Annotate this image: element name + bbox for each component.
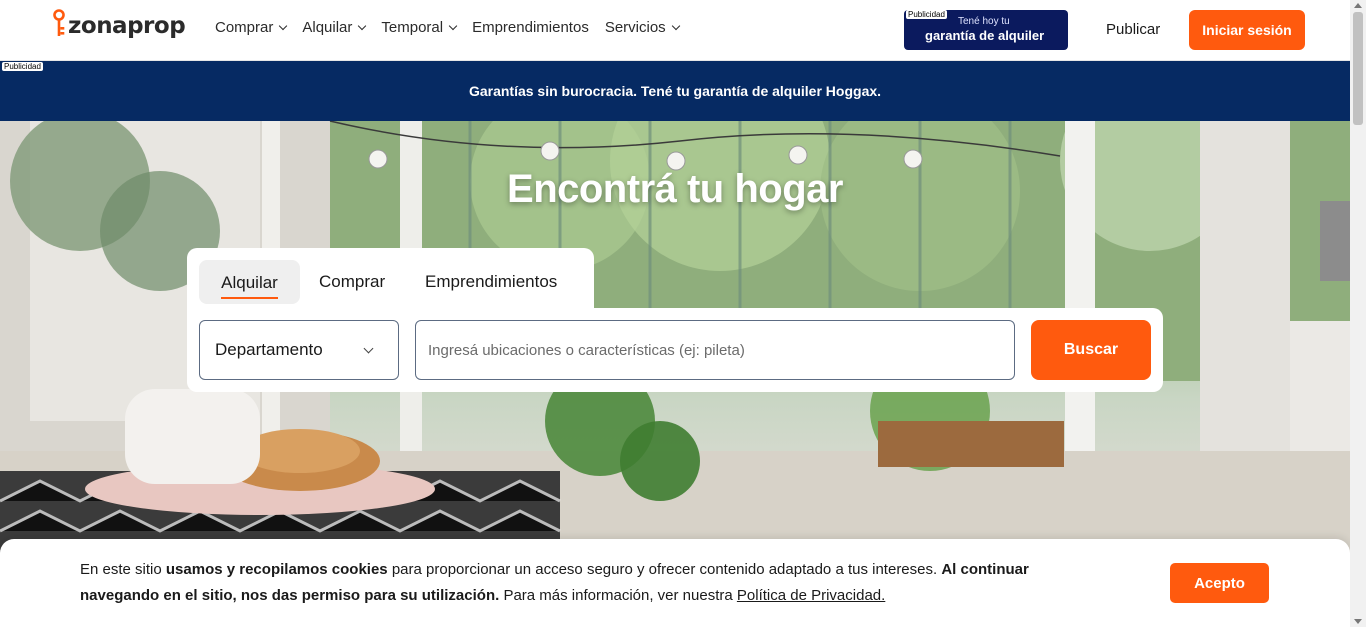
nav-item-emprendimientos[interactable]: Emprendimientos: [472, 19, 589, 36]
hero-title: Encontrá tu hogar: [507, 167, 843, 211]
nav-item-comprar[interactable]: Comprar: [215, 19, 288, 36]
accept-cookies-button[interactable]: Acepto: [1170, 563, 1269, 603]
promo-banner[interactable]: Publicidad Garantías sin burocracia. Ten…: [0, 61, 1350, 121]
tab-emprendimientos[interactable]: Emprendimientos: [425, 260, 557, 304]
ad-line2: garantía de alquiler: [925, 28, 1045, 43]
tab-label: Alquilar: [221, 273, 278, 299]
cookie-text-part: Para más información, ver nuestra: [499, 587, 737, 604]
tab-label: Emprendimientos: [425, 272, 558, 291]
location-pin-icon: [52, 9, 66, 39]
search-button[interactable]: Buscar: [1031, 320, 1151, 380]
property-type-select[interactable]: Departamento: [199, 320, 399, 380]
nav-item-temporal[interactable]: Temporal: [381, 19, 458, 36]
cookie-text-bold: usamos y recopilamos cookies: [165, 561, 388, 578]
location-search-input[interactable]: [415, 320, 1015, 380]
page-scrollbar[interactable]: [1350, 0, 1366, 627]
chevron-down-icon: [363, 343, 374, 354]
tab-label: Comprar: [319, 272, 386, 291]
ad-tag: Publicidad: [906, 10, 947, 19]
tab-alquilar[interactable]: Alquilar: [199, 260, 300, 304]
chevron-down-icon: [358, 21, 367, 31]
property-type-value: Departamento: [215, 340, 323, 359]
nav-label: Servicios: [604, 19, 666, 36]
chevron-down-icon: [448, 21, 458, 31]
cookie-consent-bar: En este sitio usamos y recopilamos cooki…: [0, 539, 1350, 627]
nav-label: Emprendimientos: [472, 19, 589, 36]
nav-item-alquilar[interactable]: Alquilar: [302, 19, 367, 36]
privacy-policy-link[interactable]: Política de Privacidad.: [737, 587, 885, 604]
zonaprop-logo[interactable]: zonaprop: [52, 9, 186, 39]
nav-label: Temporal: [381, 19, 444, 36]
banner-text: Garantías sin burocracia. Tené tu garant…: [468, 83, 882, 99]
ad-line1: Tené hoy tu: [958, 16, 1010, 27]
cookie-text: En este sitio usamos y recopilamos cooki…: [80, 557, 1080, 609]
chevron-down-icon: [279, 21, 288, 31]
banner-ad-tag: Publicidad: [2, 62, 43, 71]
nav-label: Alquilar: [302, 19, 353, 36]
nav-label: Comprar: [215, 19, 274, 36]
logo-text: zonaprop: [68, 13, 186, 39]
rental-guarantee-ad[interactable]: Publicidad Tené hoy tu garantía de alqui…: [904, 10, 1068, 50]
cookie-text-part: En este sitio: [80, 561, 166, 578]
main-nav: Comprar Alquilar Temporal Emprendimiento…: [215, 19, 695, 36]
cookie-text-part: para proporcionar un acceso seguro y ofr…: [387, 561, 942, 578]
nav-item-servicios[interactable]: Servicios: [604, 19, 680, 36]
publicar-link[interactable]: Publicar: [1106, 21, 1160, 38]
tab-comprar[interactable]: Comprar: [319, 260, 385, 304]
scroll-up-arrow-icon[interactable]: [1354, 3, 1362, 8]
search-panel: Departamento Buscar: [187, 308, 1163, 392]
login-button[interactable]: Iniciar sesión: [1189, 10, 1305, 50]
site-header: zonaprop Comprar Alquilar Temporal Empre…: [0, 0, 1350, 61]
scroll-down-arrow-icon[interactable]: [1354, 619, 1362, 624]
scrollbar-thumb[interactable]: [1353, 12, 1363, 125]
chevron-down-icon: [671, 21, 680, 31]
